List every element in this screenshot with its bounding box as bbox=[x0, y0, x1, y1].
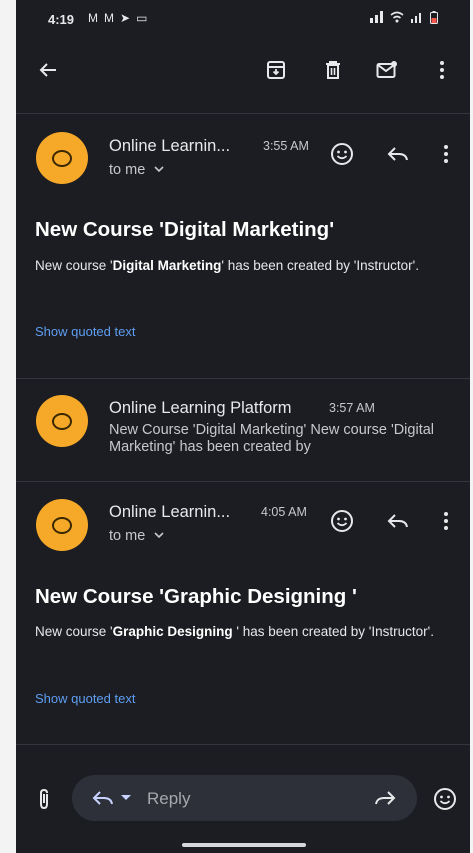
reply-icon bbox=[387, 514, 408, 528]
forward-button[interactable] bbox=[372, 786, 398, 810]
message-more-button[interactable] bbox=[436, 507, 456, 535]
emoji-icon bbox=[331, 143, 353, 165]
screen-notification-icon: ▭ bbox=[136, 11, 148, 25]
arrow-left-icon bbox=[39, 63, 56, 77]
react-button[interactable] bbox=[328, 140, 356, 168]
show-quoted-text-link[interactable]: Show quoted text bbox=[35, 324, 135, 339]
sender-avatar[interactable] bbox=[36, 395, 88, 447]
divider bbox=[16, 113, 470, 114]
chevron-down-icon bbox=[154, 166, 164, 173]
message-body: New course 'Graphic Designing ' has been… bbox=[35, 624, 435, 640]
system-icons bbox=[370, 11, 438, 24]
message-time: 3:57 AM bbox=[329, 401, 375, 415]
wifi-icon bbox=[390, 11, 404, 23]
sender-avatar[interactable] bbox=[36, 499, 88, 551]
message-preview: New Course 'Digital Marketing' New cours… bbox=[109, 422, 435, 455]
forward-icon bbox=[375, 791, 396, 805]
reply-composer-bar: Reply bbox=[16, 762, 470, 853]
emoji-icon bbox=[331, 510, 353, 532]
divider bbox=[16, 481, 470, 482]
body-course-name: Graphic Designing bbox=[112, 624, 233, 639]
message-subject: New Course 'Graphic Designing ' bbox=[35, 585, 357, 608]
mail-unread-icon bbox=[376, 61, 397, 78]
avatar-glyph bbox=[52, 412, 72, 430]
reply-button[interactable] bbox=[384, 140, 412, 168]
reply-icon bbox=[92, 791, 113, 805]
home-indicator[interactable] bbox=[182, 843, 306, 847]
delete-button[interactable] bbox=[319, 56, 347, 84]
bars-icon bbox=[411, 13, 421, 23]
paperclip-icon bbox=[40, 788, 48, 810]
phone-screen: 4:19 M M ➤ ▭ Online Learnin... 3:55 AM t… bbox=[16, 0, 470, 853]
mark-unread-button[interactable] bbox=[372, 56, 402, 84]
sender-name[interactable]: Online Learnin... bbox=[109, 137, 230, 156]
gmail-notification-icon: M bbox=[104, 11, 114, 25]
chevron-down-icon bbox=[154, 532, 164, 539]
body-text: New course ' bbox=[35, 258, 113, 273]
message-time: 3:55 AM bbox=[263, 139, 309, 153]
emoji-button[interactable] bbox=[431, 785, 459, 813]
reply-placeholder: Reply bbox=[147, 789, 191, 808]
more-vertical-icon bbox=[444, 512, 448, 530]
sender-name[interactable]: Online Learnin... bbox=[109, 503, 230, 522]
attach-button[interactable] bbox=[32, 786, 56, 812]
trash-icon bbox=[326, 61, 340, 79]
message-time: 4:05 AM bbox=[261, 505, 307, 519]
reply-icon bbox=[387, 147, 408, 161]
emoji-icon bbox=[434, 788, 456, 810]
reply-input[interactable]: Reply bbox=[72, 775, 417, 821]
gmail-notification-icon: M bbox=[88, 11, 98, 25]
message-subject: New Course 'Digital Marketing' bbox=[35, 218, 335, 241]
message-more-button[interactable] bbox=[436, 140, 456, 168]
status-time: 4:19 bbox=[48, 12, 75, 27]
more-vertical-icon bbox=[444, 145, 448, 163]
body-text: ' has been created by 'Instructor'. bbox=[232, 624, 434, 639]
avatar-glyph bbox=[52, 516, 72, 534]
react-button[interactable] bbox=[328, 507, 356, 535]
show-quoted-text-link[interactable]: Show quoted text bbox=[35, 691, 135, 706]
recipient-toggle[interactable]: to me bbox=[109, 162, 165, 178]
battery-icon bbox=[430, 11, 438, 24]
reply-button[interactable] bbox=[384, 507, 412, 535]
signal-icon bbox=[370, 11, 383, 23]
status-bar: 4:19 M M ➤ ▭ bbox=[16, 0, 470, 40]
more-vertical-icon bbox=[440, 61, 444, 79]
body-text: New course ' bbox=[35, 624, 113, 639]
top-toolbar bbox=[16, 40, 470, 100]
body-course-name: Digital Marketing bbox=[112, 258, 222, 273]
divider bbox=[16, 744, 470, 745]
divider bbox=[16, 378, 470, 379]
message-body: New course 'Digital Marketing' has been … bbox=[35, 258, 435, 274]
telegram-notification-icon: ➤ bbox=[120, 11, 131, 25]
recipient-toggle[interactable]: to me bbox=[109, 528, 165, 544]
archive-icon bbox=[267, 61, 285, 79]
avatar-glyph bbox=[52, 149, 72, 167]
sender-avatar[interactable] bbox=[36, 132, 88, 184]
notification-icons: M M ➤ ▭ bbox=[88, 11, 147, 25]
body-text: ' has been created by 'Instructor'. bbox=[221, 258, 419, 273]
reply-mode-dropdown[interactable] bbox=[88, 787, 136, 809]
archive-button[interactable] bbox=[262, 56, 290, 84]
caret-down-icon bbox=[121, 795, 131, 800]
recipient-label: to me bbox=[109, 528, 146, 544]
recipient-label: to me bbox=[109, 162, 146, 178]
more-options-button[interactable] bbox=[430, 56, 454, 84]
back-button[interactable] bbox=[34, 56, 62, 84]
sender-name: Online Learning Platform bbox=[109, 399, 292, 417]
